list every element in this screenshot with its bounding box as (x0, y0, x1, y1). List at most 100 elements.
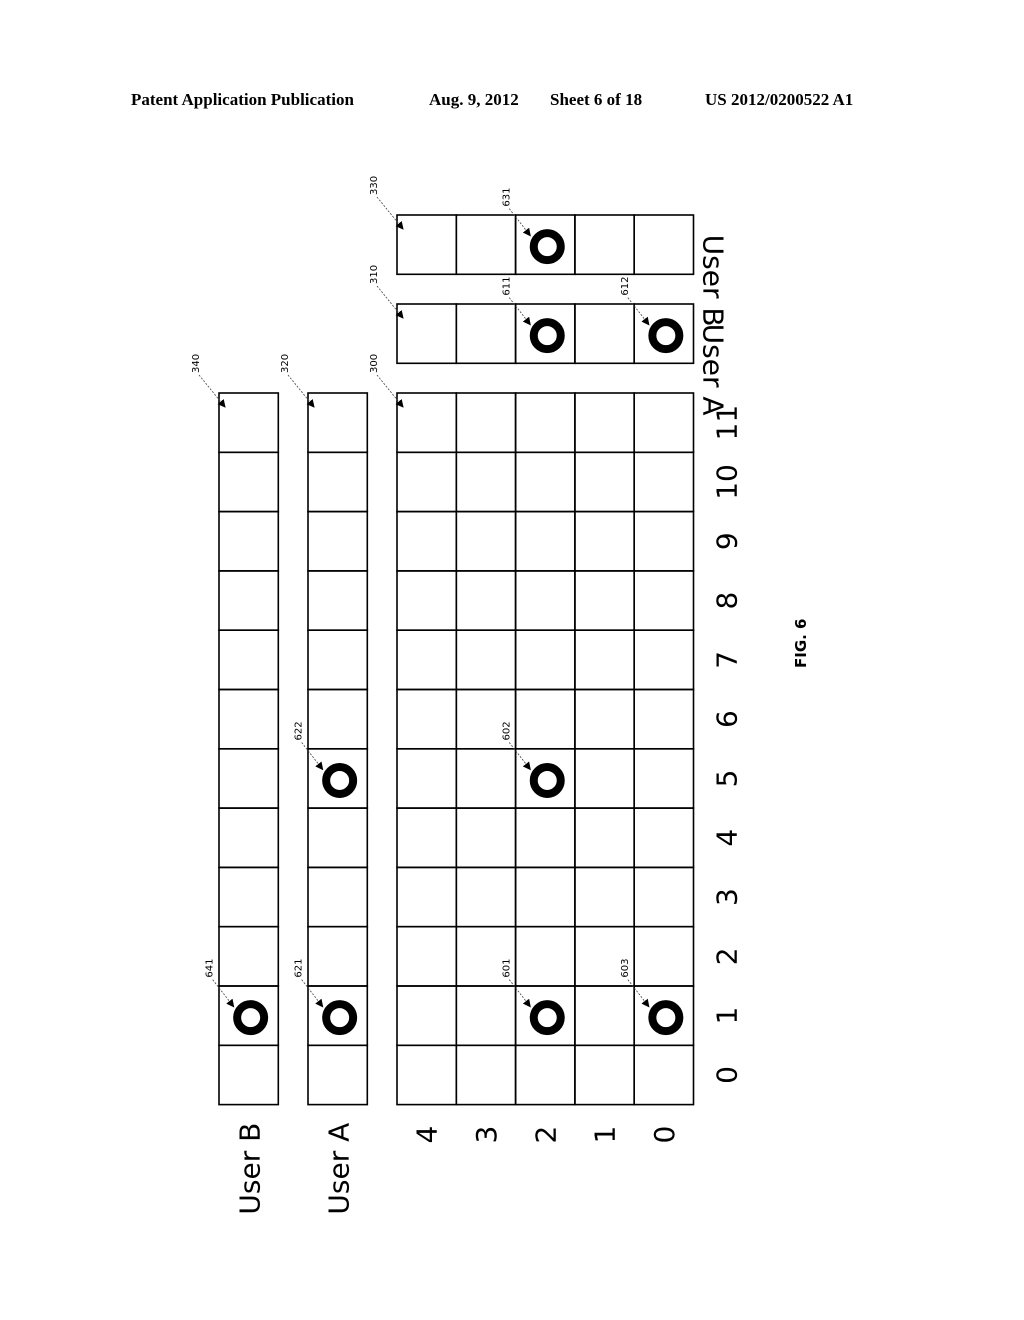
leader-line-622 (301, 742, 324, 771)
grid-cell (455, 807, 517, 869)
reference-numeral-641: 641 (205, 959, 216, 978)
grid-cell (514, 985, 576, 1047)
marker-circle-612 (648, 318, 684, 354)
leader-line-340 (198, 374, 226, 408)
grid-cell (574, 985, 636, 1047)
strip-cell (307, 451, 369, 513)
marker-circle-641 (233, 1000, 269, 1036)
grid-cell (396, 570, 458, 632)
grid-cell (633, 510, 695, 572)
column-label: 8 (711, 592, 744, 610)
grid-cell (396, 629, 458, 691)
strip-cell (218, 510, 280, 572)
column-label: 7 (711, 651, 744, 669)
strip-cell (218, 925, 280, 987)
strip-cell (396, 303, 458, 365)
strip-cell (633, 214, 695, 276)
leader-line-631 (508, 208, 531, 237)
row-label: 1 (589, 1126, 622, 1144)
reference-numeral-340: 340 (191, 354, 202, 373)
reference-numeral-602: 602 (501, 721, 512, 740)
grid-cell (455, 392, 517, 454)
strip-cell (396, 214, 458, 276)
marker-circle-602 (529, 762, 565, 798)
leader-line-320 (287, 374, 315, 408)
grid-cell (633, 866, 695, 928)
grid-cell (633, 629, 695, 691)
grid-cell (514, 925, 576, 987)
grid-cell (396, 866, 458, 928)
strip-cell (307, 392, 369, 454)
grid-cell (633, 392, 695, 454)
grid-cell (396, 807, 458, 869)
strip-cell (574, 303, 636, 365)
strip-cell (633, 303, 695, 365)
row-label: 3 (470, 1126, 503, 1144)
grid-cell (574, 688, 636, 750)
leader-line-601 (508, 979, 531, 1008)
leader-line-612 (627, 297, 650, 326)
strip-cell (218, 392, 280, 454)
marker-circle-611 (529, 318, 565, 354)
strip-cell (514, 214, 576, 276)
strip-cell (307, 985, 369, 1047)
strip-cell (218, 747, 280, 809)
leader-line-300 (376, 374, 404, 408)
leader-line-330 (376, 196, 404, 230)
grid-cell (633, 925, 695, 987)
strip-cell (514, 303, 576, 365)
leader-line-641 (212, 979, 235, 1008)
reference-numeral-603: 603 (620, 959, 631, 978)
grid-cell (455, 510, 517, 572)
leader-line-611 (508, 297, 531, 326)
grid-cell (396, 985, 458, 1047)
strip-cell (307, 747, 369, 809)
grid-cell (396, 392, 458, 454)
column-label: 4 (711, 829, 744, 847)
strip-cell (307, 688, 369, 750)
grid-cell (574, 747, 636, 809)
marker-circle-622 (322, 762, 358, 798)
grid-cell (574, 1044, 636, 1106)
marker-circle-631 (529, 229, 565, 265)
grid-cell (633, 570, 695, 632)
leader-line-310 (376, 285, 404, 319)
grid-cell (455, 985, 517, 1047)
reference-numeral-612: 612 (620, 277, 631, 296)
strip-cell (218, 985, 280, 1047)
grid-cell (633, 985, 695, 1047)
grid-cell (396, 451, 458, 513)
grid-cell (574, 629, 636, 691)
strip-cell (307, 510, 369, 572)
grid-cell (633, 688, 695, 750)
grid-cell (574, 510, 636, 572)
marker-circle-601 (529, 1000, 565, 1036)
reference-numeral-621: 621 (294, 959, 305, 978)
grid-cell (396, 510, 458, 572)
marker-circle-603 (648, 1000, 684, 1036)
reference-numeral-310: 310 (369, 265, 380, 284)
strip-cell (307, 1044, 369, 1106)
grid-cell (455, 747, 517, 809)
grid-cell (396, 688, 458, 750)
grid-cell (514, 570, 576, 632)
strip-cell (218, 688, 280, 750)
strip-cell (218, 866, 280, 928)
strip-cell (307, 866, 369, 928)
strip-cell (218, 807, 280, 869)
grid-cell (396, 747, 458, 809)
reference-numeral-300: 300 (369, 354, 380, 373)
strip-cell (218, 451, 280, 513)
leader-line-603 (627, 979, 650, 1008)
grid-cell (514, 451, 576, 513)
grid-cell (514, 1044, 576, 1106)
grid-cell (514, 688, 576, 750)
grid-cell (455, 570, 517, 632)
grid-cell (514, 510, 576, 572)
strip-cell (455, 214, 517, 276)
strip-cell (218, 629, 280, 691)
column-label: 5 (711, 770, 744, 788)
strip-cell (307, 629, 369, 691)
reference-numeral-330: 330 (369, 176, 380, 195)
grid-cell (514, 747, 576, 809)
